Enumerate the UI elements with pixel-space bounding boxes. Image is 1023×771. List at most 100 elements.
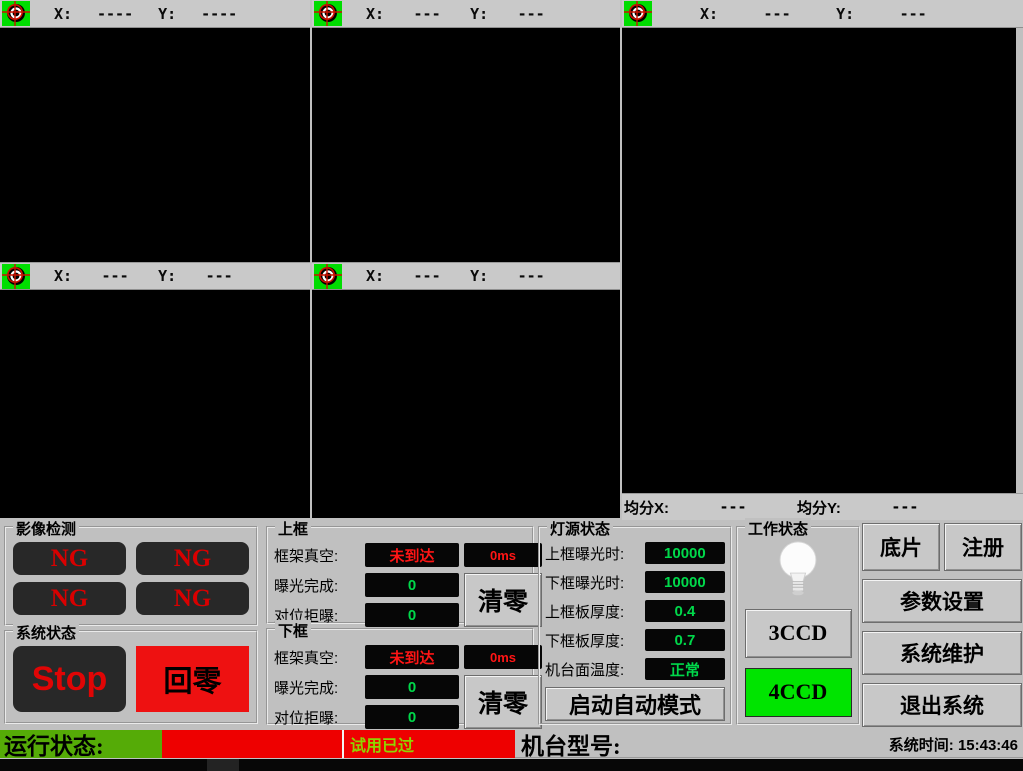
table-temperature-row: 机台面温度: 正常 — [545, 658, 725, 680]
camera2-view — [312, 28, 620, 262]
system-maintenance-button[interactable]: 系统维护 — [862, 631, 1022, 675]
camera3-view — [622, 28, 1016, 493]
row-value: 10000 — [645, 542, 725, 564]
y-value: --- — [488, 267, 574, 285]
divider — [342, 730, 344, 758]
camera4-header: X: --- Y: --- — [0, 262, 310, 290]
detect-result-3: NG — [13, 582, 126, 615]
x-label: X: — [54, 267, 72, 285]
vacuum-value: 未到达 — [365, 645, 459, 669]
run-status-indicator: 试用已过 — [162, 730, 515, 758]
lower-plate-thickness-row: 下框板厚度: 0.7 — [545, 629, 725, 651]
ccd4-mode-button[interactable]: 4CCD — [745, 668, 852, 717]
vacuum-label: 框架真空: — [274, 545, 360, 566]
detect-result-4: NG — [136, 582, 249, 615]
x-value: --- — [72, 267, 158, 285]
y-label: Y: — [470, 267, 488, 285]
camera5-header: X: --- Y: --- — [312, 262, 620, 290]
camera1-view — [0, 28, 310, 262]
row-label: 机台面温度: — [545, 659, 645, 680]
x-value: --- — [384, 267, 470, 285]
row-value: 0.7 — [645, 629, 725, 651]
image-detection-group: 影像检测 NG NG NG NG — [4, 526, 258, 626]
exposure-done-label: 曝光完成: — [274, 677, 360, 698]
align-reject-label: 对位拒曝: — [274, 707, 360, 728]
trial-expired-text: 试用已过 — [350, 730, 414, 758]
light-bulb-icon — [771, 540, 825, 599]
y-value: ---- — [176, 5, 262, 23]
camera1-header: X: ---- Y: ---- — [0, 0, 310, 28]
x-value: --- — [718, 5, 836, 23]
y-label: Y: — [158, 5, 176, 23]
align-reject-value: 0 — [365, 603, 459, 627]
exposure-done-value: 0 — [365, 675, 459, 699]
vacuum-time: 0ms — [464, 543, 542, 567]
system-status-group: 系统状态 Stop 回零 — [4, 630, 258, 724]
upper-exposure-time-row: 上框曝光时: 10000 — [545, 542, 725, 564]
exposure-done-label: 曝光完成: — [274, 575, 360, 596]
row-value: 正常 — [645, 658, 725, 680]
parameter-settings-button[interactable]: 参数设置 — [862, 579, 1022, 623]
register-button[interactable]: 注册 — [944, 523, 1022, 571]
vacuum-time: 0ms — [464, 645, 542, 669]
row-value: 0.4 — [645, 600, 725, 622]
row-label: 上框板厚度: — [545, 601, 645, 622]
run-status-label: 运行状态: — [0, 730, 162, 758]
stop-button[interactable]: Stop — [13, 646, 126, 712]
row-label: 下框曝光时: — [545, 572, 645, 593]
avg-x-label: 均分X: — [624, 497, 669, 518]
y-label: Y: — [836, 5, 854, 23]
row-label: 下框板厚度: — [545, 630, 645, 651]
vacuum-label: 框架真空: — [274, 647, 360, 668]
group-title: 工作状态 — [745, 518, 811, 539]
group-title: 系统状态 — [13, 622, 79, 643]
x-label: X: — [54, 5, 72, 23]
crosshair-icon — [624, 1, 652, 26]
light-status-group: 灯源状态 上框曝光时: 10000 下框曝光时: 10000 上框板厚度: 0.… — [538, 526, 732, 725]
y-value: --- — [176, 267, 262, 285]
avg-y-value: --- — [841, 498, 969, 516]
upper-frame-group: 上框 框架真空: 未到达 0ms 曝光完成: 0 清零 对位拒曝: 0 — [266, 526, 534, 624]
lower-exposure-time-row: 下框曝光时: 10000 — [545, 571, 725, 593]
start-auto-mode-button[interactable]: 启动自动模式 — [545, 687, 725, 721]
crosshair-icon — [2, 264, 30, 289]
vacuum-value: 未到达 — [365, 543, 459, 567]
exit-system-button[interactable]: 退出系统 — [862, 683, 1022, 727]
group-title: 灯源状态 — [547, 518, 613, 539]
clear-lower-button[interactable]: 清零 — [464, 675, 542, 729]
ccd3-mode-button[interactable]: 3CCD — [745, 609, 852, 658]
x-label: X: — [366, 5, 384, 23]
group-title: 下框 — [275, 620, 311, 641]
x-label: X: — [366, 267, 384, 285]
bottom-edge-strip — [0, 759, 1023, 771]
clear-upper-button[interactable]: 清零 — [464, 573, 542, 627]
lower-frame-group: 下框 框架真空: 未到达 0ms 曝光完成: 0 清零 对位拒曝: 0 — [266, 628, 534, 725]
system-time: 系统时间: 15:43:46 — [889, 730, 1018, 758]
align-reject-value: 0 — [365, 705, 459, 729]
avg-x-value: --- — [669, 498, 797, 516]
avg-y-label: 均分Y: — [797, 497, 841, 518]
x-label: X: — [700, 5, 718, 23]
detect-result-2: NG — [136, 542, 249, 575]
upper-plate-thickness-row: 上框板厚度: 0.4 — [545, 600, 725, 622]
status-bar: 运行状态: 试用已过 机台型号: 系统时间: 15:43:46 — [0, 730, 1023, 758]
average-coordinates-bar: 均分X: --- 均分Y: --- — [622, 493, 1023, 520]
machine-model-label: 机台型号: — [521, 730, 621, 758]
crosshair-icon — [314, 264, 342, 289]
group-title: 上框 — [275, 518, 311, 539]
camera4-view — [0, 290, 310, 518]
detect-result-1: NG — [13, 542, 126, 575]
machine-control-window: X: ---- Y: ---- X: --- Y: --- X: — [0, 0, 1023, 771]
group-title: 影像检测 — [13, 518, 79, 539]
return-zero-button[interactable]: 回零 — [136, 646, 249, 712]
camera3-header: X: --- Y: --- — [622, 0, 1023, 28]
crosshair-icon — [2, 1, 30, 26]
film-button[interactable]: 底片 — [862, 523, 940, 571]
row-label: 上框曝光时: — [545, 543, 645, 564]
row-value: 10000 — [645, 571, 725, 593]
crosshair-icon — [314, 1, 342, 26]
y-value: --- — [488, 5, 574, 23]
y-label: Y: — [470, 5, 488, 23]
camera2-header: X: --- Y: --- — [312, 0, 620, 28]
camera5-view — [312, 290, 620, 518]
